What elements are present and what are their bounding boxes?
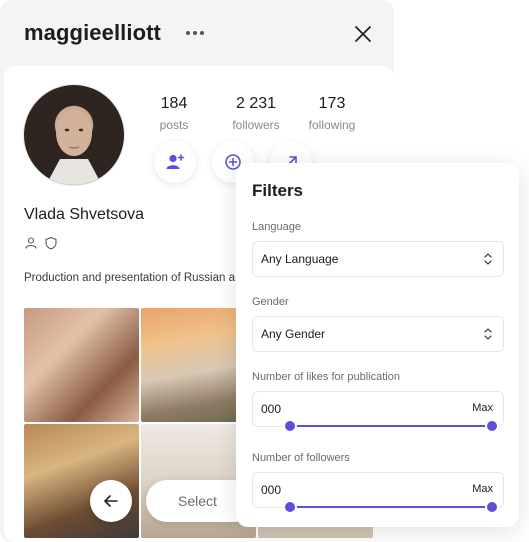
language-value: Any Language	[261, 252, 339, 266]
close-icon[interactable]	[352, 23, 374, 45]
gender-select[interactable]: Any Gender	[252, 316, 504, 352]
likes-min-value[interactable]: 000	[261, 402, 281, 416]
gender-label: Gender	[252, 296, 289, 308]
post-thumbnail[interactable]	[24, 424, 139, 538]
posts-label: posts	[159, 118, 189, 132]
likes-max-value[interactable]: Max	[472, 402, 493, 414]
chevron-updown-icon	[484, 328, 492, 340]
follow-button[interactable]	[154, 141, 196, 183]
followers-min-handle[interactable]	[285, 502, 295, 512]
stat-posts[interactable]: 184 posts	[134, 95, 214, 132]
likes-label: Number of likes for publication	[252, 371, 400, 383]
filters-panel: Filters Language Any Language Gender Any…	[236, 163, 519, 527]
followers-range[interactable]: 000 Max	[252, 472, 504, 512]
shield-icon	[45, 236, 57, 250]
likes-slider-track[interactable]	[289, 425, 493, 427]
back-button[interactable]	[90, 480, 132, 522]
stat-followers[interactable]: 2 231 followers	[216, 95, 296, 132]
post-thumbnail[interactable]	[24, 308, 139, 422]
followers-count: 2 231	[235, 95, 277, 112]
following-label: following	[308, 118, 356, 132]
profile-bio: Production and presentation of Russian a	[24, 272, 235, 284]
likes-slider-fill	[289, 425, 493, 427]
stat-following[interactable]: 173 following	[292, 95, 372, 132]
followers-label: followers	[232, 118, 280, 132]
followers-max-value[interactable]: Max	[472, 483, 493, 495]
chevron-updown-icon	[484, 253, 492, 265]
username-title: maggieelliott	[24, 20, 161, 45]
likes-min-handle[interactable]	[285, 421, 295, 431]
posts-count: 184	[160, 95, 188, 112]
user-plus-icon	[166, 154, 185, 169]
gender-value: Any Gender	[261, 327, 326, 341]
language-label: Language	[252, 221, 301, 233]
profile-badges	[24, 236, 58, 250]
profile-full-name: Vlada Shvetsova	[24, 206, 145, 223]
arrow-left-icon	[104, 495, 118, 507]
likes-max-handle[interactable]	[487, 421, 497, 431]
avatar-portrait	[46, 110, 102, 185]
user-icon	[25, 237, 37, 249]
followers-filter-label: Number of followers	[252, 452, 350, 464]
following-count: 173	[318, 95, 346, 112]
language-select[interactable]: Any Language	[252, 241, 504, 277]
avatar[interactable]	[24, 85, 124, 185]
followers-slider-track[interactable]	[289, 506, 493, 508]
followers-min-value[interactable]: 000	[261, 483, 281, 497]
likes-range[interactable]: 000 Max	[252, 391, 504, 431]
profile-header: maggieelliott	[0, 0, 394, 66]
filters-title: Filters	[252, 181, 304, 200]
more-icon[interactable]	[184, 27, 206, 39]
followers-slider-fill	[289, 506, 493, 508]
followers-max-handle[interactable]	[487, 502, 497, 512]
